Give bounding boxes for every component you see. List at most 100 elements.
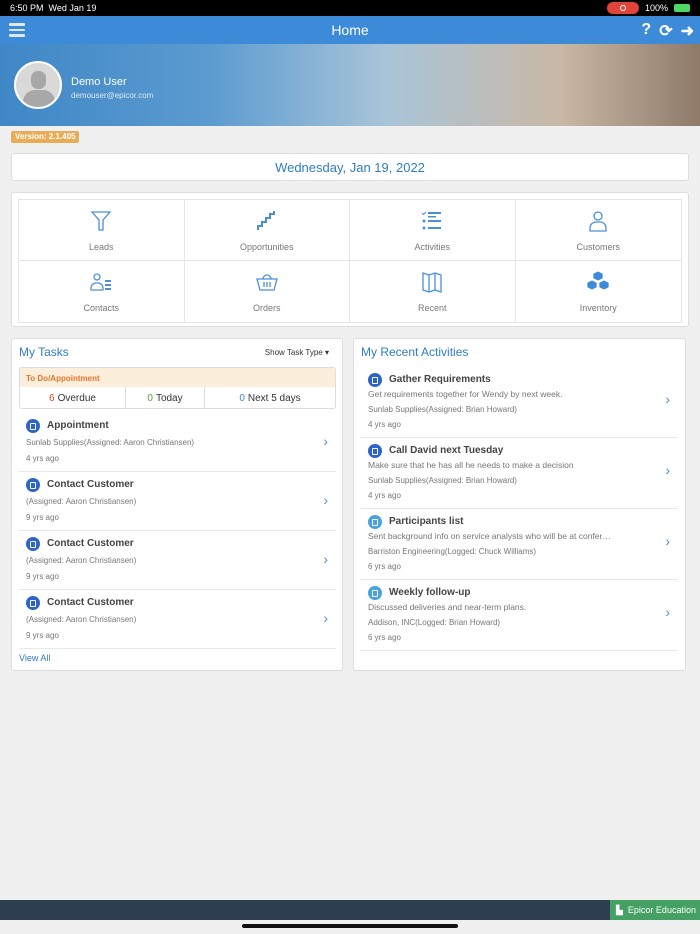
task-age: 9 yrs ago — [26, 513, 59, 522]
boxes-icon — [586, 270, 610, 291]
activity-account: Barriston Engineering(Logged: Chuck Will… — [368, 547, 537, 556]
task-title: Contact Customer — [47, 597, 134, 608]
tile-inventory[interactable]: Inventory — [516, 261, 682, 322]
status-time: 6:50 PM — [10, 3, 44, 13]
basket-icon — [255, 274, 278, 291]
user-email: demouser@epicor.com — [71, 91, 154, 100]
status-bar: 6:50 PM Wed Jan 19 100% — [0, 0, 700, 16]
task-age: 9 yrs ago — [26, 631, 59, 640]
version-badge: Version: 2.1.405 — [11, 131, 80, 143]
calendar-icon — [26, 419, 40, 433]
activity-account: Sunlab Supplies(Assigned: Brian Howard) — [368, 476, 517, 485]
tile-activities[interactable]: Activities — [350, 200, 516, 261]
activity-title: Weekly follow-up — [389, 587, 471, 598]
contact-list-icon — [90, 273, 112, 291]
chevron-right-icon[interactable]: › — [323, 433, 328, 449]
activity-description: Discussed deliveries and near-term plans… — [368, 602, 527, 612]
user-name: Demo User — [71, 76, 127, 88]
task-age: 9 yrs ago — [26, 572, 59, 581]
tile-opportunities[interactable]: Opportunities — [184, 200, 350, 261]
recent-activities-card: My Recent Activities Gather Requirements… — [353, 338, 686, 671]
task-title: Contact Customer — [47, 479, 134, 490]
task-assignee: (Assigned: Aaron Christiansen) — [26, 615, 137, 624]
my-tasks-card: My Tasks Show Task Type ▾ To Do/Appointm… — [11, 338, 343, 671]
tile-orders[interactable]: Orders — [185, 261, 350, 322]
battery-icon — [674, 4, 690, 12]
tile-contacts[interactable]: Contacts — [19, 261, 185, 322]
activities-title: My Recent Activities — [361, 345, 469, 359]
task-summary: To Do/Appointment 6 Overdue 0 Today 0 Next … — [19, 367, 336, 409]
activity-item[interactable]: Weekly follow-up Discussed deliveries an… — [361, 580, 678, 651]
chevron-right-icon[interactable]: › — [323, 610, 328, 626]
tile-customers[interactable]: Customers — [515, 200, 681, 261]
tile-leads[interactable]: Leads — [19, 200, 185, 261]
activity-age: 6 yrs ago — [368, 633, 401, 642]
activity-account: Addison, INC(Logged: Brian Howard) — [368, 618, 501, 627]
task-age: 4 yrs ago — [26, 454, 59, 463]
person-icon — [589, 211, 607, 232]
stairs-icon — [256, 211, 275, 230]
task-title: Appointment — [47, 420, 109, 431]
task-item[interactable]: Appointment Sunlab Supplies(Assigned: Aa… — [19, 413, 336, 472]
activity-item[interactable]: Participants list Sent background info o… — [361, 509, 678, 580]
footer: ▙ Epicor Education — [0, 900, 700, 920]
task-assignee: (Assigned: Aaron Christiansen) — [26, 497, 137, 506]
hamburger-menu-icon[interactable] — [9, 23, 25, 40]
activity-description: Get requirements together for Wendy by n… — [368, 389, 563, 399]
task-title: Contact Customer — [47, 538, 134, 549]
map-icon — [422, 272, 442, 293]
activity-item[interactable]: Gather Requirements Get requirements tog… — [361, 367, 678, 438]
help-icon[interactable]: ? — [641, 21, 651, 41]
show-task-type-dropdown[interactable]: Show Task Type ▾ — [265, 348, 329, 357]
module-grid-card: Leads Opportunities Activities Customers… — [11, 192, 689, 327]
chevron-right-icon[interactable]: › — [665, 462, 670, 478]
avatar — [14, 61, 62, 109]
calendar-icon — [26, 596, 40, 610]
page-title: Home — [331, 22, 369, 38]
nav-bar: Home ? ⟳ ➜ — [0, 16, 700, 44]
battery-percent: 100% — [644, 3, 668, 13]
profile-banner: Demo User demouser@epicor.com — [0, 44, 700, 126]
funnel-icon — [90, 211, 112, 231]
building-icon: ▙ — [616, 904, 623, 915]
activity-title: Participants list — [389, 516, 464, 527]
activity-age: 6 yrs ago — [368, 562, 401, 571]
screen-record-icon — [606, 2, 639, 14]
refresh-icon[interactable]: ⟳ — [659, 21, 672, 41]
current-date: Wednesday, Jan 19, 2022 — [11, 153, 689, 181]
home-indicator — [242, 924, 458, 928]
activity-age: 4 yrs ago — [368, 491, 401, 500]
activity-account: Sunlab Supplies(Assigned: Brian Howard) — [368, 405, 517, 414]
activity-description: Make sure that he has all he needs to ma… — [368, 460, 574, 470]
task-item[interactable]: Contact Customer (Assigned: Aaron Christ… — [19, 472, 336, 531]
checklist-icon — [421, 211, 442, 230]
activity-title: Call David next Tuesday — [389, 445, 504, 456]
activity-age: 4 yrs ago — [368, 420, 401, 429]
calendar-icon — [26, 537, 40, 551]
activity-title: Gather Requirements — [389, 374, 491, 385]
today-count[interactable]: 0 Today — [126, 387, 205, 408]
task-category: To Do/Appointment — [20, 368, 335, 387]
task-item[interactable]: Contact Customer (Assigned: Aaron Christ… — [19, 531, 336, 590]
task-assignee: (Assigned: Aaron Christiansen) — [26, 556, 137, 565]
task-item[interactable]: Contact Customer (Assigned: Aaron Christ… — [19, 590, 336, 649]
chevron-right-icon[interactable]: › — [665, 604, 670, 620]
note-icon — [368, 444, 382, 458]
activity-description: Sent background info on service analysts… — [368, 531, 611, 541]
tile-recent[interactable]: Recent — [350, 261, 516, 322]
logout-icon[interactable]: ➜ — [681, 21, 694, 41]
note-icon — [368, 586, 382, 600]
overdue-count[interactable]: 6 Overdue — [20, 387, 126, 408]
task-assignee: Sunlab Supplies(Assigned: Aaron Christia… — [26, 438, 195, 447]
chevron-right-icon[interactable]: › — [323, 492, 328, 508]
activity-item[interactable]: Call David next Tuesday Make sure that h… — [361, 438, 678, 509]
chevron-right-icon[interactable]: › — [665, 533, 670, 549]
next-5-days-count[interactable]: 0 Next 5 days — [205, 387, 335, 408]
view-all-link[interactable]: View All — [19, 653, 50, 663]
calendar-icon — [26, 478, 40, 492]
note-icon — [368, 515, 382, 529]
status-date: Wed Jan 19 — [48, 3, 97, 13]
epicor-education-badge[interactable]: ▙ Epicor Education — [610, 900, 700, 920]
chevron-right-icon[interactable]: › — [665, 391, 670, 407]
chevron-right-icon[interactable]: › — [323, 551, 328, 567]
